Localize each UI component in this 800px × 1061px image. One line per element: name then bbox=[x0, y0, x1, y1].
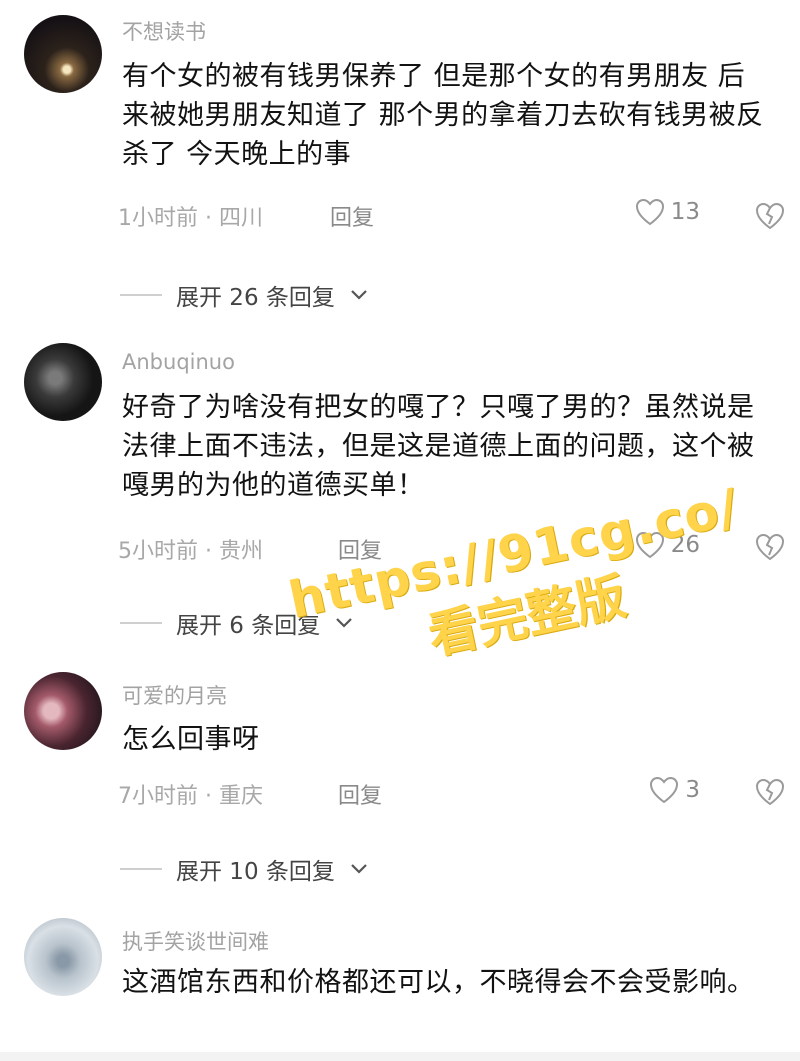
expand-replies[interactable]: 展开 6 条回复 bbox=[120, 606, 354, 640]
reply-button[interactable]: 回复 bbox=[338, 778, 382, 810]
divider bbox=[120, 294, 162, 296]
avatar[interactable] bbox=[24, 15, 102, 93]
comment-username[interactable]: 执手笑谈世间难 bbox=[122, 926, 269, 956]
comment-content: 怎么回事呀 bbox=[122, 724, 260, 755]
like-count: 13 bbox=[670, 199, 700, 225]
bottom-divider bbox=[0, 1052, 800, 1061]
chevron-down-icon bbox=[351, 290, 367, 300]
comment-meta: 5小时前 · 贵州 bbox=[118, 539, 263, 564]
expand-replies[interactable]: 展开 26 条回复 bbox=[120, 278, 369, 312]
reply-button[interactable]: 回复 bbox=[338, 533, 382, 565]
comment-username[interactable]: 不想读书 bbox=[122, 16, 206, 46]
broken-heart-icon[interactable] bbox=[754, 776, 786, 808]
broken-heart-icon[interactable] bbox=[754, 531, 786, 563]
chevron-down-icon bbox=[351, 864, 367, 874]
comment-meta: 1小时前 · 四川 bbox=[118, 206, 263, 231]
comment-content: 好奇了为啥没有把女的嘎了？只嘎了男的？虽然说是法律上面不违法，但是这是道德上面的… bbox=[122, 392, 755, 501]
divider bbox=[120, 868, 162, 870]
avatar[interactable] bbox=[24, 672, 102, 750]
avatar[interactable] bbox=[24, 343, 102, 421]
heart-outline-icon bbox=[650, 776, 679, 804]
reply-button[interactable]: 回复 bbox=[330, 200, 374, 232]
avatar[interactable] bbox=[24, 918, 102, 996]
heart-outline-icon bbox=[635, 198, 664, 226]
comment-content: 这酒馆东西和价格都还可以，不晓得会不会受影响。 bbox=[122, 967, 755, 998]
expand-replies-label: 展开 6 条回复 bbox=[176, 613, 321, 639]
comment-username[interactable]: 可爱的月亮 bbox=[122, 680, 227, 710]
expand-replies-label: 展开 10 条回复 bbox=[176, 859, 335, 885]
like-button[interactable]: 3 bbox=[649, 776, 700, 804]
divider bbox=[120, 622, 162, 624]
chevron-down-icon bbox=[336, 618, 353, 628]
expand-replies-label: 展开 26 条回复 bbox=[176, 285, 335, 311]
comment-username[interactable]: Anbuqinuo bbox=[122, 350, 235, 374]
like-button[interactable]: 13 bbox=[635, 198, 700, 226]
comment-meta: 7小时前 · 重庆 bbox=[118, 784, 263, 809]
like-button[interactable]: 26 bbox=[635, 531, 700, 559]
like-count: 26 bbox=[670, 532, 700, 558]
heart-outline-icon bbox=[635, 531, 664, 559]
broken-heart-icon[interactable] bbox=[754, 200, 786, 232]
like-count: 3 bbox=[685, 777, 700, 803]
expand-replies[interactable]: 展开 10 条回复 bbox=[120, 852, 369, 886]
comment-content: 有个女的被有钱男保养了 但是那个女的有男朋友 后来被她男朋友知道了 那个男的拿着… bbox=[122, 61, 764, 170]
